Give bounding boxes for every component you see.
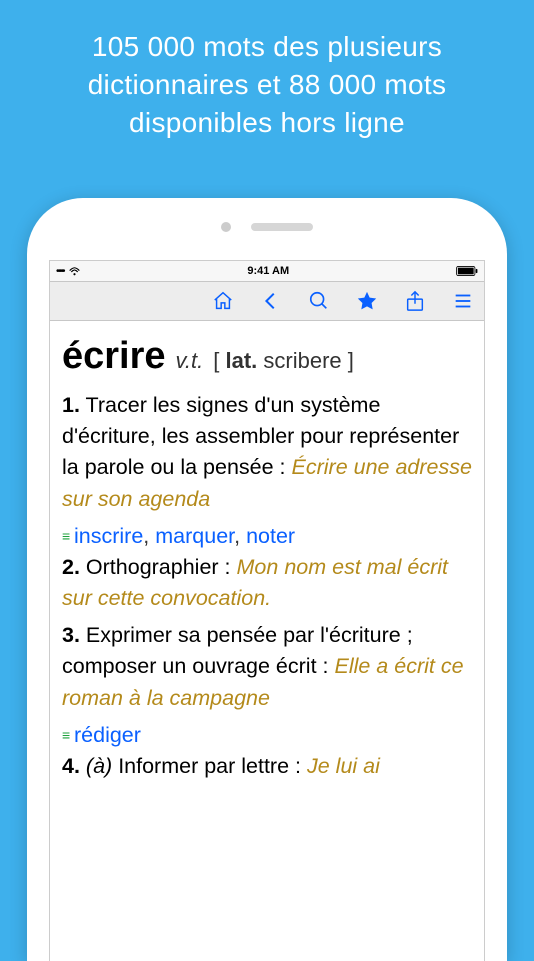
star-icon[interactable]: [356, 290, 378, 312]
phone-frame: ••••• 9:41 AM: [27, 198, 507, 961]
sense-number: 4.: [62, 754, 80, 778]
screen: ••••• 9:41 AM: [49, 260, 485, 961]
signal-icon: •••••: [56, 266, 64, 277]
syn-marker-icon: ≡: [62, 529, 72, 543]
share-icon[interactable]: [404, 290, 426, 312]
sense-2: 2. Orthographier : Mon nom est mal écrit…: [62, 552, 472, 614]
etymology: [ lat. scribere ]: [213, 345, 354, 377]
synonyms-1: ≡inscrire, marquer, noter: [62, 521, 472, 552]
entry-head: écrire v.t. [ lat. scribere ]: [62, 329, 472, 384]
speaker-slot: [251, 223, 313, 231]
status-time: 9:41 AM: [247, 265, 289, 277]
sense-number: 1.: [62, 393, 80, 417]
camera-dot: [221, 222, 231, 232]
battery-icon: [456, 266, 478, 276]
sense-1: 1. Tracer les signes d'un système d'écri…: [62, 390, 472, 515]
sense-3: 3. Exprimer sa pensée par l'écriture ; c…: [62, 620, 472, 714]
headword: écrire: [62, 329, 166, 384]
sense-4: 4. (à) Informer par lettre : Je lui ai: [62, 751, 472, 782]
synonym-link[interactable]: inscrire: [74, 524, 143, 548]
menu-icon[interactable]: [452, 290, 474, 312]
synonym-link[interactable]: marquer: [155, 524, 234, 548]
synonyms-3: ≡rédiger: [62, 720, 472, 751]
status-right: [456, 266, 478, 276]
home-icon[interactable]: [212, 290, 234, 312]
search-icon[interactable]: [308, 290, 330, 312]
example: Je lui ai: [307, 754, 380, 778]
sense-number: 2.: [62, 555, 80, 579]
usage-marker: (à): [86, 754, 112, 778]
entry-content: écrire v.t. [ lat. scribere ] 1. Tracer …: [50, 321, 484, 961]
status-left: •••••: [56, 266, 81, 277]
part-of-speech: v.t.: [176, 345, 204, 377]
back-icon[interactable]: [260, 290, 282, 312]
synonym-link[interactable]: rédiger: [74, 723, 141, 747]
definition: Informer par lettre :: [118, 754, 301, 778]
promo-text: 105 000 mots des plusieurs dictionnaires…: [0, 0, 534, 161]
wifi-icon: [68, 266, 81, 276]
toolbar: [50, 281, 484, 321]
status-bar: ••••• 9:41 AM: [50, 261, 484, 281]
syn-marker-icon: ≡: [62, 728, 72, 742]
phone-hardware-top: [27, 222, 507, 232]
synonym-link[interactable]: noter: [246, 524, 295, 548]
definition: Orthographier :: [86, 555, 231, 579]
sense-number: 3.: [62, 623, 80, 647]
